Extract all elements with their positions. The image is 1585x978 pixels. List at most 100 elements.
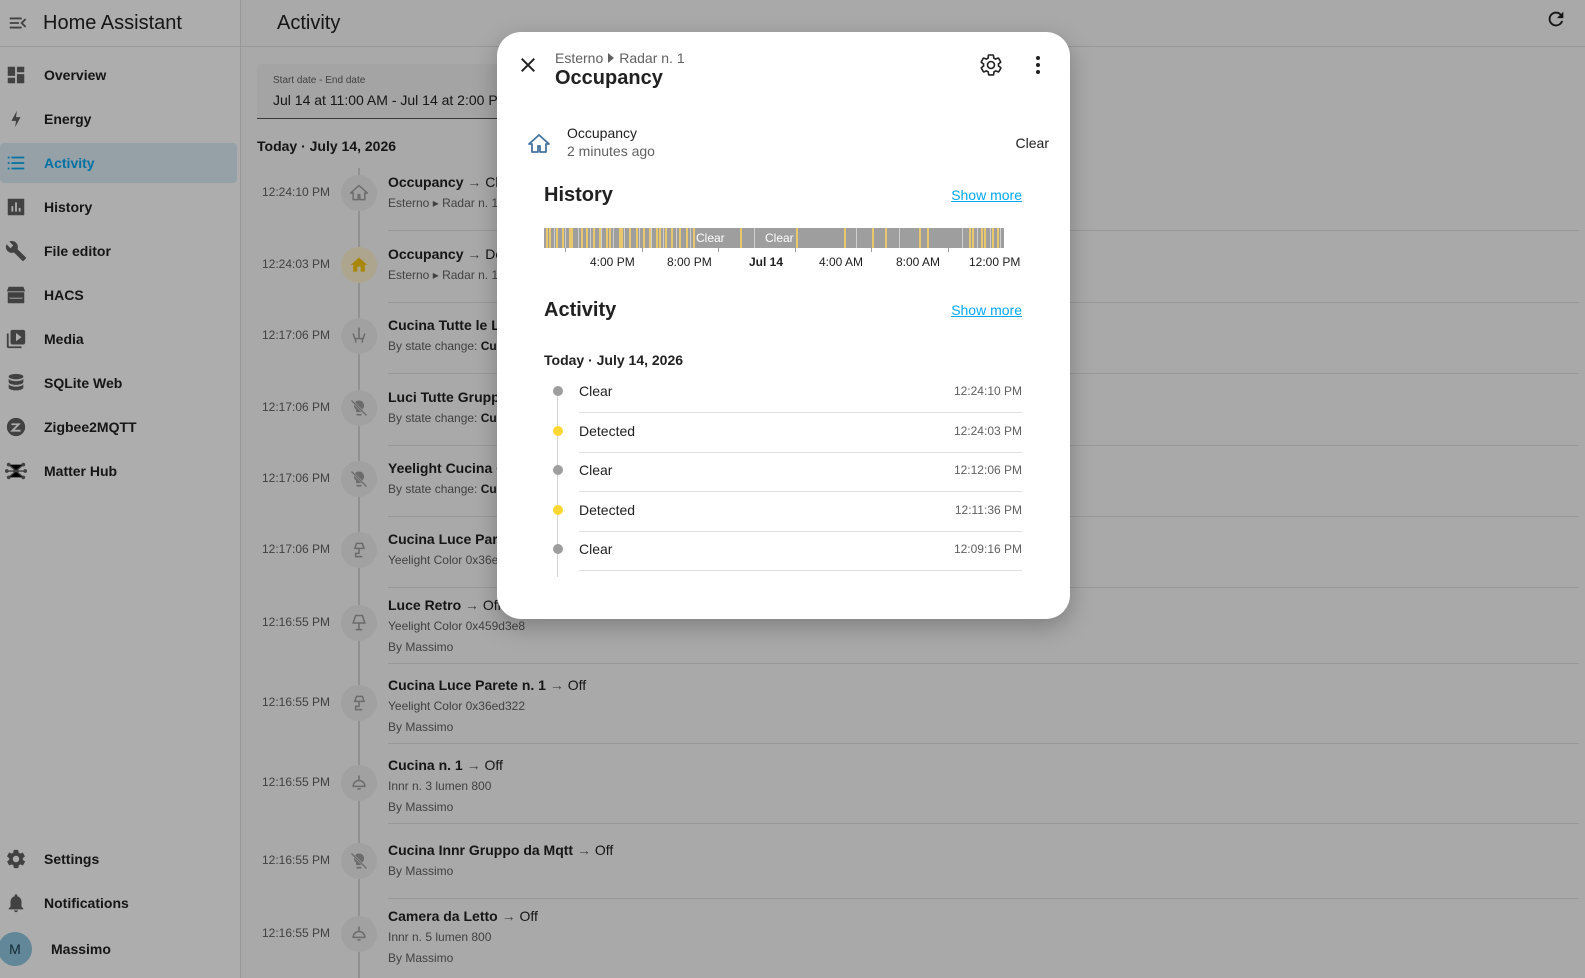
history-detected-segment (593, 228, 595, 248)
axis-tick (871, 248, 872, 252)
history-detected-segment (796, 228, 798, 248)
history-detected-segment (663, 228, 664, 248)
history-detected-segment (643, 228, 645, 248)
history-detected-segment (690, 228, 691, 248)
history-detected-segment (686, 228, 688, 248)
history-detected-segment (992, 228, 994, 248)
activity-row[interactable]: Clear 12:12:06 PM (553, 452, 1022, 493)
history-detected-segment (649, 228, 651, 248)
history-detected-segment (885, 228, 887, 248)
history-detected-segment (581, 228, 583, 248)
axis-tick (642, 248, 643, 252)
state-dot-icon (553, 544, 563, 555)
history-detected-segment (639, 228, 640, 248)
history-detected-segment (656, 228, 658, 248)
history-detected-segment (1000, 228, 1001, 248)
history-detected-segment (624, 228, 625, 248)
history-detected-segment (556, 228, 558, 248)
axis-tick (795, 248, 796, 252)
history-detected-segment (599, 228, 601, 248)
history-detected-segment (969, 228, 971, 248)
activity-show-more-link[interactable]: Show more (951, 302, 1022, 318)
history-detected-segment (927, 228, 929, 248)
history-detected-segment (990, 228, 991, 248)
history-detected-segment (606, 228, 608, 248)
axis-label: 8:00 PM (667, 255, 712, 269)
activity-row-time: 12:09:16 PM (953, 542, 1022, 557)
history-detected-segment (872, 228, 874, 248)
history-detected-segment (586, 228, 588, 248)
history-detected-segment (984, 228, 986, 248)
history-detected-segment (619, 228, 621, 248)
activity-row-time: 12:24:03 PM (953, 423, 1022, 438)
activity-row-state: Clear (579, 541, 613, 558)
history-detected-segment (899, 228, 900, 248)
history-detected-segment (621, 228, 623, 248)
history-detected-segment (549, 228, 551, 248)
history-detected-segment (997, 228, 999, 248)
history-detected-segment (659, 228, 661, 248)
history-detected-segment (629, 228, 631, 248)
entity-name: Occupancy (567, 125, 638, 141)
activity-row[interactable]: Detected 12:11:36 PM (553, 492, 1022, 532)
history-detected-segment (844, 228, 846, 248)
history-title: History (544, 184, 613, 206)
history-detected-segment (693, 228, 695, 248)
history-timeline-bar[interactable]: Clear Clear (544, 228, 1004, 248)
close-icon[interactable] (516, 53, 540, 77)
activity-title: Activity (544, 299, 617, 321)
entity-state-value: Clear (1015, 135, 1049, 151)
activity-row-state: Detected (579, 501, 636, 518)
caret-right-icon (608, 53, 615, 63)
history-detected-segment (554, 228, 555, 248)
history-detected-segment (679, 228, 681, 248)
history-detected-segment (972, 228, 974, 248)
state-dot-icon (553, 386, 563, 396)
activity-row[interactable]: Clear 12:09:16 PM (553, 531, 1022, 572)
history-detected-segment (613, 228, 614, 248)
state-dot-icon (553, 504, 563, 515)
axis-tick (565, 248, 566, 252)
history-detected-segment (569, 228, 571, 248)
breadcrumb: Esterno Radar n. 1 (555, 50, 685, 66)
history-detected-segment (546, 228, 548, 248)
history-detected-segment (651, 228, 652, 248)
history-detected-segment (754, 228, 755, 248)
activity-row-time: 12:12:06 PM (953, 463, 1022, 478)
history-detected-segment (671, 228, 673, 248)
axis-label: 12:00 PM (969, 255, 1021, 269)
history-show-more-link[interactable]: Show more (951, 187, 1022, 203)
activity-row[interactable]: Detected 12:24:03 PM (553, 413, 1022, 453)
history-detected-segment (562, 228, 564, 248)
history-detected-segment (578, 228, 579, 248)
history-detected-segment (665, 228, 667, 248)
history-detected-segment (601, 228, 602, 248)
activity-row-time: 12:11:36 PM (954, 502, 1022, 517)
activity-row-state: Clear (579, 462, 613, 479)
activity-row[interactable]: Clear 12:24:10 PM (553, 373, 1022, 413)
axis-tick (718, 248, 719, 252)
breadcrumb-device: Radar n. 1 (619, 50, 685, 66)
state-dot-icon (553, 425, 563, 436)
history-detected-segment (676, 228, 677, 248)
history-detected-segment (981, 228, 983, 248)
entity-state-row[interactable]: Occupancy 2 minutes ago Clear (527, 124, 1049, 168)
axis-label: 8:00 AM (896, 255, 941, 269)
activity-row-state: Clear (579, 383, 613, 399)
entity-last-changed: 2 minutes ago (567, 143, 655, 159)
history-detected-segment (565, 228, 566, 248)
history-bar-label: Clear (765, 231, 794, 245)
history-detected-segment (590, 228, 591, 248)
history-bar-label: Clear (696, 231, 725, 245)
history-detected-segment (571, 228, 573, 248)
history-detected-segment (740, 228, 742, 248)
history-detected-segment (636, 228, 638, 248)
axis-tick (948, 248, 949, 252)
activity-row-divider (579, 570, 1022, 572)
more-info-dialog: Esterno Radar n. 1 Occupancy Occupancy 2… (497, 32, 1070, 619)
more-vert-icon[interactable] (1026, 53, 1050, 77)
history-detected-segment (962, 228, 963, 248)
gear-icon[interactable] (979, 53, 1003, 77)
history-detected-segment (609, 228, 611, 248)
axis-label: 4:00 AM (819, 255, 864, 269)
